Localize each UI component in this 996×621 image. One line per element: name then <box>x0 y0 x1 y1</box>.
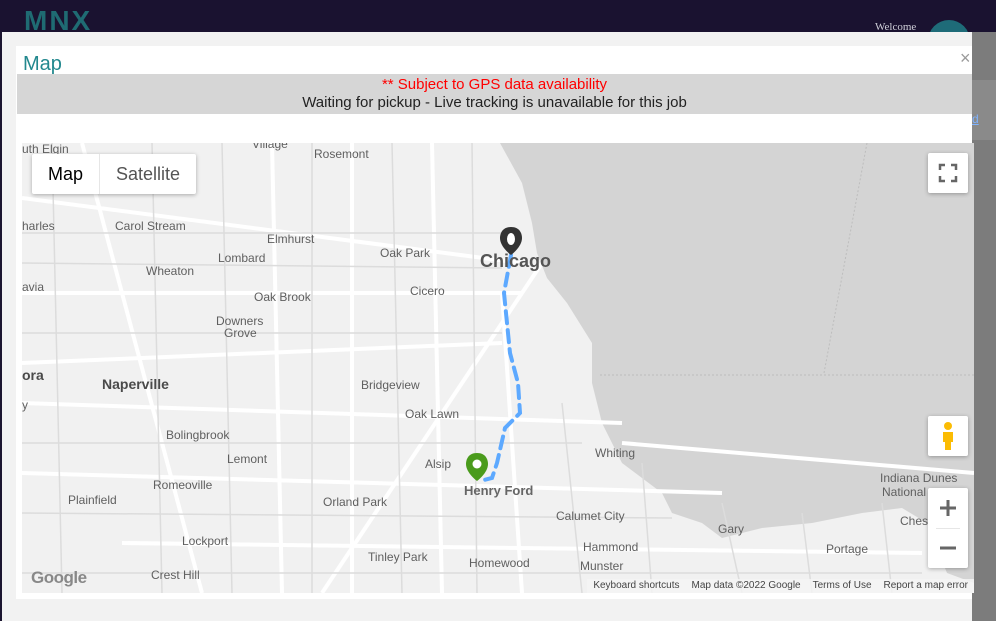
city-label: Cicero <box>410 284 445 298</box>
background-header: MNX Welcome <box>0 0 996 62</box>
city-label: Oak Park <box>380 246 431 260</box>
city-label: National <box>882 485 927 499</box>
pegman-icon <box>943 422 953 450</box>
city-label: Portage <box>826 542 869 556</box>
terms-link[interactable]: Terms of Use <box>813 579 872 593</box>
tracking-status-text: Waiting for pickup - Live tracking is un… <box>302 94 687 111</box>
city-label: Orland Park <box>323 495 388 509</box>
map-modal: Map × ** Subject to GPS data availabilit… <box>2 32 974 621</box>
city-label: Village <box>252 143 288 151</box>
map-base-layer <box>22 143 974 593</box>
google-logo: Google <box>31 568 87 587</box>
city-label: Hammond <box>583 540 639 554</box>
plus-icon[interactable] <box>928 488 968 528</box>
street-view-button[interactable] <box>928 416 968 456</box>
city-label: Whiting <box>595 446 636 460</box>
city-label: ora <box>22 367 44 383</box>
city-label: Alsip <box>425 457 452 471</box>
city-label: Tinley Park <box>368 550 428 564</box>
city-label: y <box>22 398 28 412</box>
city-label: Naperville <box>102 376 169 392</box>
city-label: harles <box>22 219 55 233</box>
city-label: Wheaton <box>146 264 195 278</box>
modal-title: Map <box>23 53 62 75</box>
city-label: Lockport <box>182 534 229 548</box>
minus-icon[interactable] <box>928 528 968 568</box>
city-label: Rosemont <box>314 147 369 161</box>
keyboard-shortcuts-link[interactable]: Keyboard shortcuts <box>593 579 679 593</box>
city-label: Munster <box>580 559 624 573</box>
fullscreen-icon <box>938 163 958 183</box>
close-button[interactable]: × <box>960 48 971 69</box>
city-label: Bridgeview <box>361 378 420 392</box>
city-label: Homewood <box>469 556 530 570</box>
city-label: Chest <box>900 514 932 528</box>
map-type-control: Map Satellite <box>32 154 197 194</box>
city-label: Calumet City <box>556 509 625 523</box>
map-footer: Keyboard shortcuts Map data ©2022 Google… <box>587 579 974 593</box>
city-label: Elmhurst <box>267 232 315 246</box>
city-label: Romeoville <box>153 478 213 492</box>
map-data-text: Map data ©2022 Google <box>691 580 801 591</box>
map-canvas[interactable]: uth Elgin Village Rosemont harles Carol … <box>22 143 974 593</box>
city-label: Crest Hill <box>151 568 200 582</box>
map-type-satellite-button[interactable]: Satellite <box>100 154 196 194</box>
city-label: Indiana Dunes <box>880 471 958 485</box>
city-label: Oak Brook <box>254 290 311 304</box>
fullscreen-button[interactable] <box>928 153 968 193</box>
city-label: Lemont <box>227 452 268 466</box>
background-logo: MNX <box>24 10 93 32</box>
city-label-henry-ford: Henry Ford <box>464 483 534 498</box>
city-label: Bolingbrook <box>166 428 230 442</box>
city-label: avia <box>22 280 45 294</box>
background-link[interactable]: d <box>972 112 979 126</box>
gps-warning-text: ** Subject to GPS data availability <box>381 76 608 93</box>
city-label: Lombard <box>218 251 266 265</box>
city-label: Gary <box>718 522 745 536</box>
city-label: Grove <box>224 326 257 340</box>
report-error-link[interactable]: Report a map error <box>884 579 968 593</box>
background-strip <box>972 80 996 140</box>
zoom-control <box>928 488 968 568</box>
map-type-map-button[interactable]: Map <box>32 154 101 194</box>
city-label-chicago: Chicago <box>480 251 552 271</box>
city-label: Oak Lawn <box>405 407 460 421</box>
city-label: Plainfield <box>68 493 117 507</box>
gps-notice: ** Subject to GPS data availability Wait… <box>17 74 972 114</box>
city-label: Carol Stream <box>115 219 186 233</box>
